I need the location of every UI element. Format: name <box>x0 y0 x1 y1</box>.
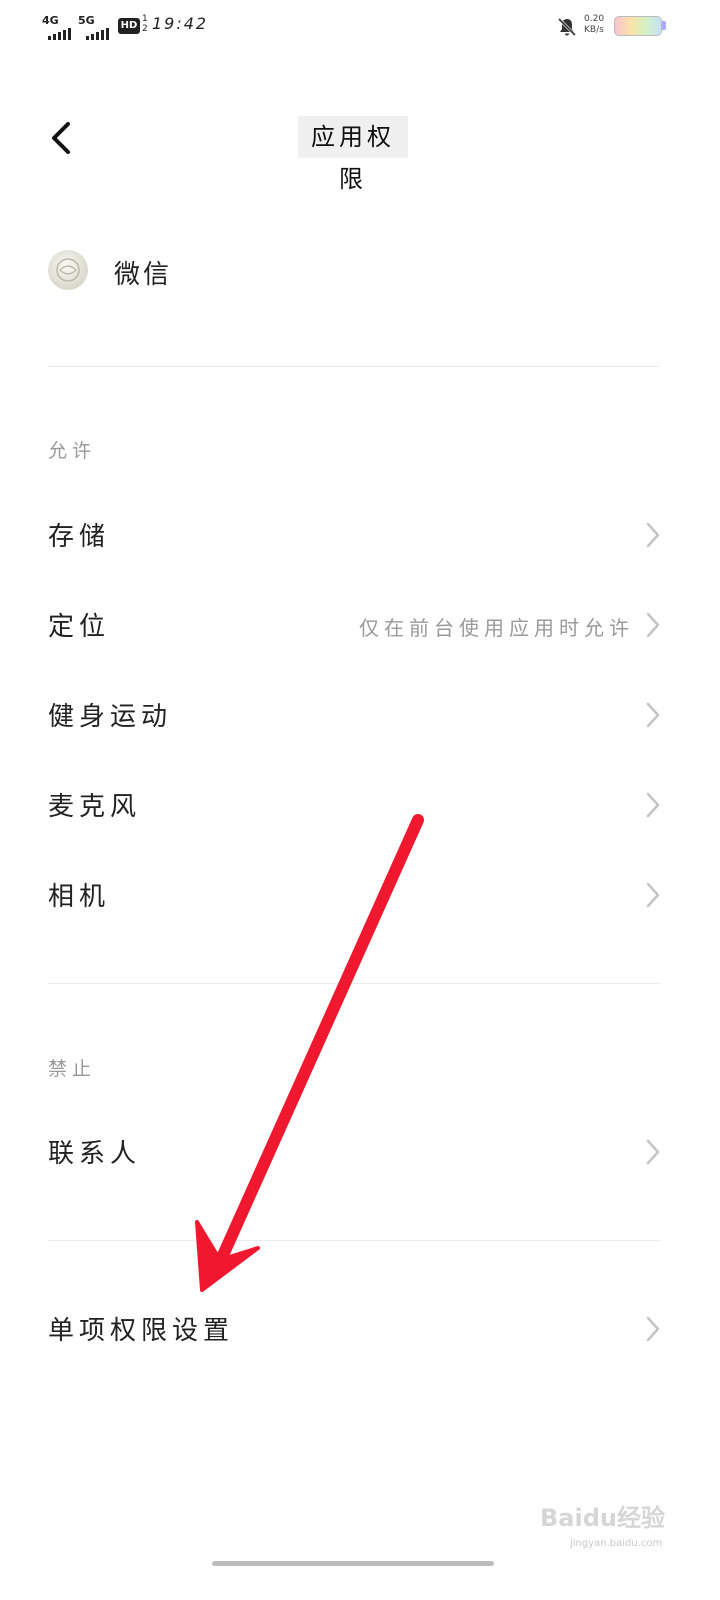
sim-top-label: 1 <box>142 14 148 24</box>
permission-label: 定位 <box>48 612 111 642</box>
single-permission-settings-label: 单项权限设置 <box>48 1316 235 1346</box>
single-permission-settings-row[interactable]: 单项权限设置 <box>48 1296 660 1360</box>
permission-row-contacts[interactable]: 联系人 <box>48 1119 660 1183</box>
chevron-right-icon <box>646 792 660 818</box>
status-bar: 4G 5G HD 1 2 19:42 0.20 KB/s <box>0 0 720 56</box>
network-speed: 0.20 KB/s <box>584 14 604 36</box>
bell-off-icon <box>557 17 577 37</box>
speed-value: 0.20 <box>584 14 605 24</box>
permission-row-fitness[interactable]: 健身运动 <box>48 682 660 746</box>
permission-row-location[interactable]: 定位 仅在前台使用应用时允许 <box>48 592 660 656</box>
watermark-logo: Baidu经验 <box>540 1504 665 1532</box>
network-label-4g: 4G <box>42 14 59 27</box>
watermark-url: jingyan.baidu.com <box>570 1538 663 1549</box>
app-icon <box>48 250 88 290</box>
app-name: 微信 <box>114 260 173 290</box>
signal-4g-icon: 4G <box>42 14 72 40</box>
battery-tip <box>662 21 666 30</box>
network-label-5g: 5G <box>78 14 95 27</box>
battery-icon <box>614 16 662 36</box>
chevron-right-icon <box>646 522 660 548</box>
chevron-right-icon <box>646 702 660 728</box>
chevron-right-icon <box>646 1316 660 1342</box>
permission-row-camera[interactable]: 相机 <box>48 862 660 926</box>
sim-bottom-label: 2 <box>142 24 148 34</box>
permission-row-microphone[interactable]: 麦克风 <box>48 772 660 836</box>
divider <box>48 366 660 367</box>
permission-label: 相机 <box>48 882 111 912</box>
divider <box>48 1240 660 1241</box>
hd-icon: HD <box>118 18 140 34</box>
permission-label: 健身运动 <box>48 702 173 732</box>
clock: 19:42 <box>152 14 209 33</box>
chevron-right-icon <box>646 882 660 908</box>
permission-label: 联系人 <box>48 1139 142 1169</box>
speed-unit: KB/s <box>584 25 604 35</box>
permission-label: 麦克风 <box>48 792 142 822</box>
app-emblem-icon <box>56 258 80 282</box>
section-label-allowed: 允许 <box>48 440 97 462</box>
home-indicator[interactable] <box>212 1561 494 1566</box>
chevron-left-icon <box>52 122 70 154</box>
divider <box>48 983 660 984</box>
back-button[interactable] <box>40 116 84 160</box>
chevron-right-icon <box>646 1139 660 1165</box>
signal-5g-icon: 5G <box>78 14 112 40</box>
section-label-denied: 禁止 <box>48 1058 97 1080</box>
chevron-right-icon <box>646 612 660 638</box>
permission-row-storage[interactable]: 存储 <box>48 502 660 566</box>
page-title: 应用权限 <box>298 116 408 193</box>
sim-indicator: 1 2 <box>142 14 148 34</box>
permission-label: 存储 <box>48 522 111 552</box>
app-info-row: 微信 <box>48 246 660 302</box>
permission-status: 仅在前台使用应用时允许 <box>359 616 634 640</box>
